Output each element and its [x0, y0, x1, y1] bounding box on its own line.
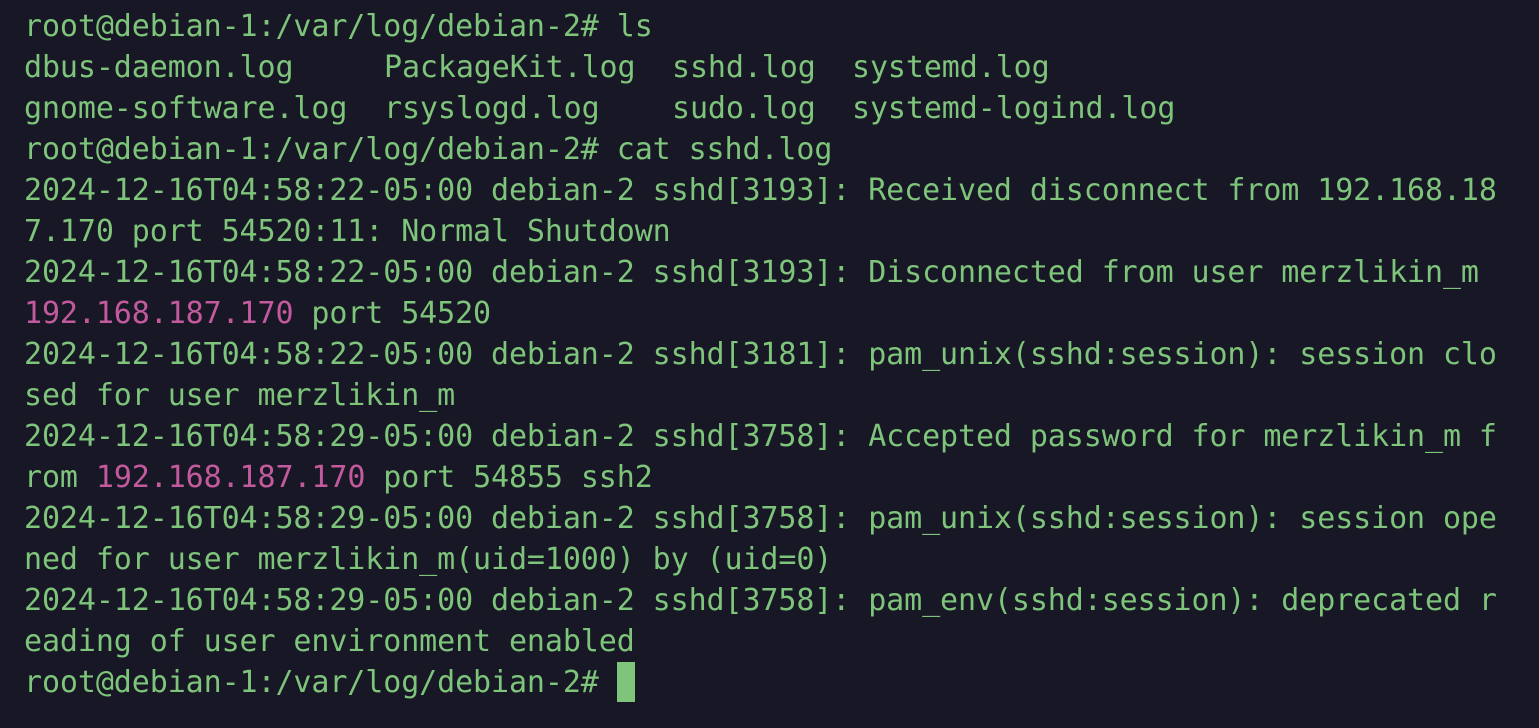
log-line: 2024-12-16T04:58:22-05:00 debian-2 sshd[… [24, 334, 1497, 375]
text-cursor[interactable] [616, 661, 635, 702]
log-text: port 54855 ssh2 [365, 460, 653, 495]
log-line: 7.170 port 54520:11: Normal Shutdown [24, 211, 671, 252]
log-line: rom 192.168.187.170 port 54855 ssh2 [24, 457, 653, 498]
log-text: 2024-12-16T04:58:29-05:00 debian-2 sshd[… [24, 583, 1497, 618]
log-text: 2024-12-16T04:58:29-05:00 debian-2 sshd[… [24, 419, 1497, 454]
log-text: 2024-12-16T04:58:22-05:00 debian-2 sshd[… [24, 255, 1479, 290]
prompt: root@debian-1:/var/log/debian-2# [24, 9, 599, 44]
log-text: 7.170 port 54520:11: Normal Shutdown [24, 214, 671, 249]
log-line: 192.168.187.170 port 54520 [24, 293, 491, 334]
log-text: port 54520 [293, 296, 492, 331]
log-text: rom [24, 460, 96, 495]
file-name: sshd.log [672, 50, 816, 85]
log-text: 2024-12-16T04:58:22-05:00 debian-2 sshd[… [24, 173, 1497, 208]
prompt-line-cat: root@debian-1:/var/log/debian-2# cat ssh… [24, 129, 832, 170]
file-name: dbus-daemon.log [24, 50, 294, 85]
log-line: 2024-12-16T04:58:29-05:00 debian-2 sshd[… [24, 580, 1497, 621]
log-text: eading of user environment enabled [24, 624, 635, 659]
file-name: systemd-logind.log [852, 91, 1176, 126]
prompt: root@debian-1:/var/log/debian-2# [24, 132, 599, 167]
file-name: systemd.log [852, 50, 1050, 85]
log-line: eading of user environment enabled [24, 621, 635, 662]
command-cat: cat sshd.log [616, 132, 833, 167]
prompt: root@debian-1:/var/log/debian-2# [24, 665, 599, 700]
file-name: sudo.log [672, 91, 816, 126]
log-text: 2024-12-16T04:58:29-05:00 debian-2 sshd[… [24, 501, 1497, 536]
prompt-line-ls: root@debian-1:/var/log/debian-2# ls [24, 6, 653, 47]
log-text: 2024-12-16T04:58:22-05:00 debian-2 sshd[… [24, 337, 1497, 372]
ip-address: 192.168.187.170 [95, 460, 366, 495]
file-name: PackageKit.log [384, 50, 636, 85]
log-line: ned for user merzlikin_m(uid=1000) by (u… [24, 539, 832, 580]
file-name: gnome-software.log [24, 91, 348, 126]
log-text: sed for user merzlikin_m [24, 378, 456, 413]
log-line: 2024-12-16T04:58:29-05:00 debian-2 sshd[… [24, 498, 1497, 539]
terminal-window[interactable]: root@debian-1:/var/log/debian-2# ls dbus… [0, 0, 1539, 728]
log-line: sed for user merzlikin_m [24, 375, 455, 416]
command-ls: ls [616, 9, 653, 44]
log-line: 2024-12-16T04:58:29-05:00 debian-2 sshd[… [24, 416, 1497, 457]
file-name: rsyslogd.log [384, 91, 600, 126]
ip-address: 192.168.187.170 [24, 296, 294, 331]
prompt-line-current[interactable]: root@debian-1:/var/log/debian-2# [24, 661, 635, 703]
log-text: ned for user merzlikin_m(uid=1000) by (u… [24, 542, 833, 577]
log-line: 2024-12-16T04:58:22-05:00 debian-2 sshd[… [24, 170, 1497, 211]
log-line: 2024-12-16T04:58:22-05:00 debian-2 sshd[… [24, 252, 1479, 293]
